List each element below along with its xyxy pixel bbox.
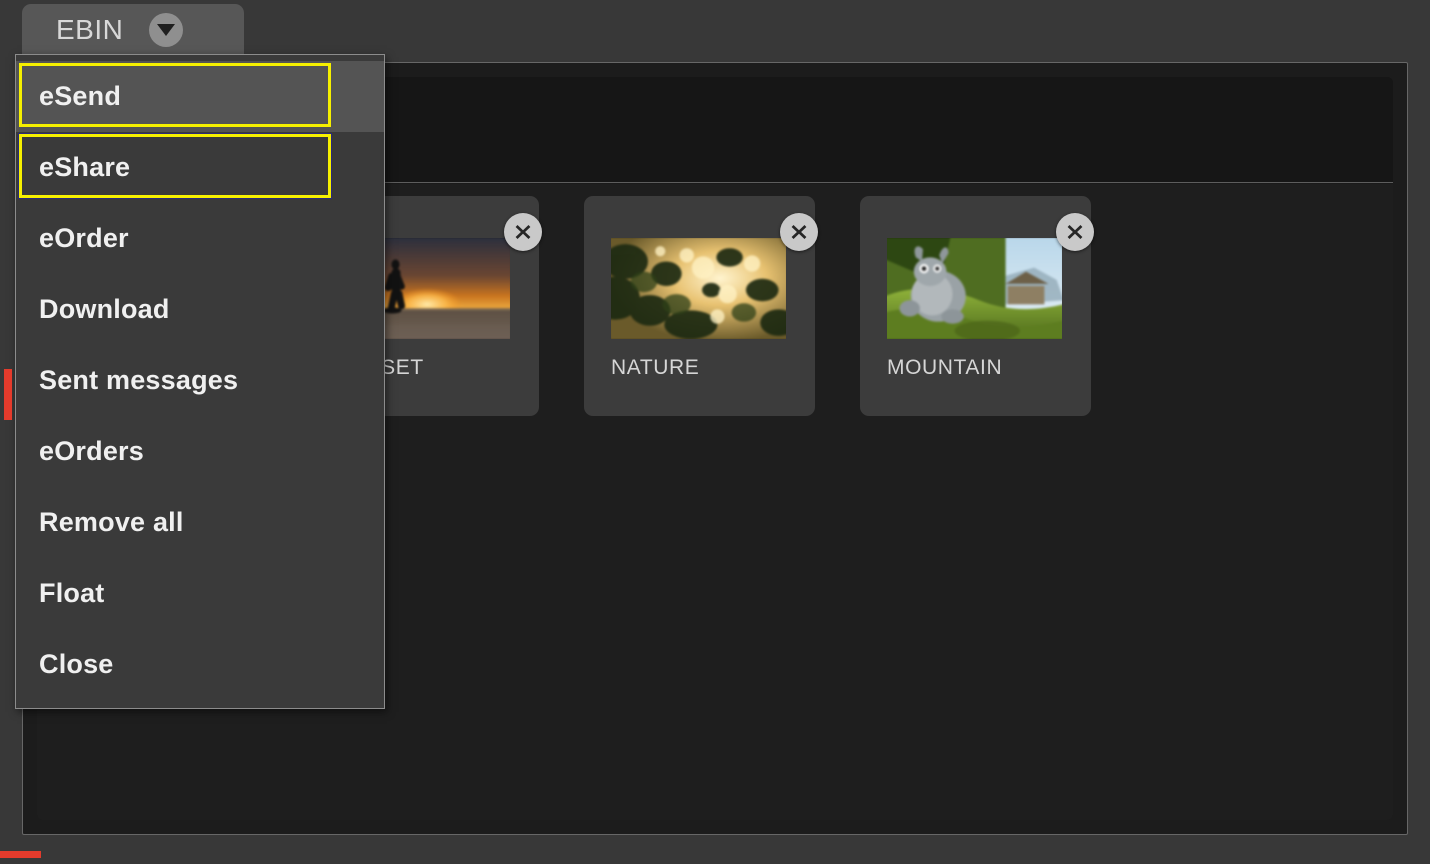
- menu-item-label: eOrders: [39, 436, 144, 466]
- mountain-artwork: [887, 238, 1062, 339]
- card-label: NATURE: [611, 356, 700, 379]
- menu-item-label: eSend: [39, 81, 122, 111]
- ebin-dropdown-menu: eSend eShare eOrder Download Sent messag…: [15, 54, 385, 709]
- close-circle-icon[interactable]: [504, 213, 542, 251]
- menu-item-label: Remove all: [39, 507, 184, 537]
- menu-item-remove-all[interactable]: Remove all: [16, 487, 384, 558]
- close-circle-icon[interactable]: [780, 213, 818, 251]
- menu-item-close[interactable]: Close: [16, 629, 384, 700]
- desktop-background: SUNSET: [0, 0, 1430, 864]
- card-label: MOUNTAIN: [887, 356, 1003, 379]
- nature-artwork: [611, 238, 786, 339]
- menu-item-eorders[interactable]: eOrders: [16, 416, 384, 487]
- menu-item-eshare[interactable]: eShare: [16, 132, 384, 203]
- card-thumbnail: [887, 238, 1062, 339]
- menu-item-label: Download: [39, 294, 170, 324]
- menu-item-eorder[interactable]: eOrder: [16, 203, 384, 274]
- bin-card-mountain[interactable]: MOUNTAIN: [860, 196, 1094, 416]
- menu-item-label: Close: [39, 649, 114, 679]
- tab-title: EBIN: [56, 14, 124, 45]
- close-circle-icon[interactable]: [1056, 213, 1094, 251]
- menu-item-float[interactable]: Float: [16, 558, 384, 629]
- card-thumbnail: [611, 238, 786, 339]
- chevron-down-icon[interactable]: [149, 13, 184, 47]
- annotation-marker-horizontal: [0, 851, 41, 858]
- annotation-marker-vertical: [4, 369, 12, 420]
- tab-ebin[interactable]: EBIN: [22, 4, 244, 56]
- close-x-glyph: [791, 225, 807, 239]
- menu-item-label: Float: [39, 578, 105, 608]
- chevron-down-glyph: [157, 24, 176, 36]
- menu-item-label: Sent messages: [39, 365, 239, 395]
- close-x-glyph: [515, 225, 531, 239]
- bin-card-nature[interactable]: NATURE: [584, 196, 818, 416]
- menu-item-label: eOrder: [39, 223, 129, 253]
- menu-item-label: eShare: [39, 152, 131, 182]
- menu-item-sent-messages[interactable]: Sent messages: [16, 345, 384, 416]
- close-x-glyph: [1067, 225, 1083, 239]
- menu-item-download[interactable]: Download: [16, 274, 384, 345]
- menu-item-esend[interactable]: eSend: [16, 61, 384, 132]
